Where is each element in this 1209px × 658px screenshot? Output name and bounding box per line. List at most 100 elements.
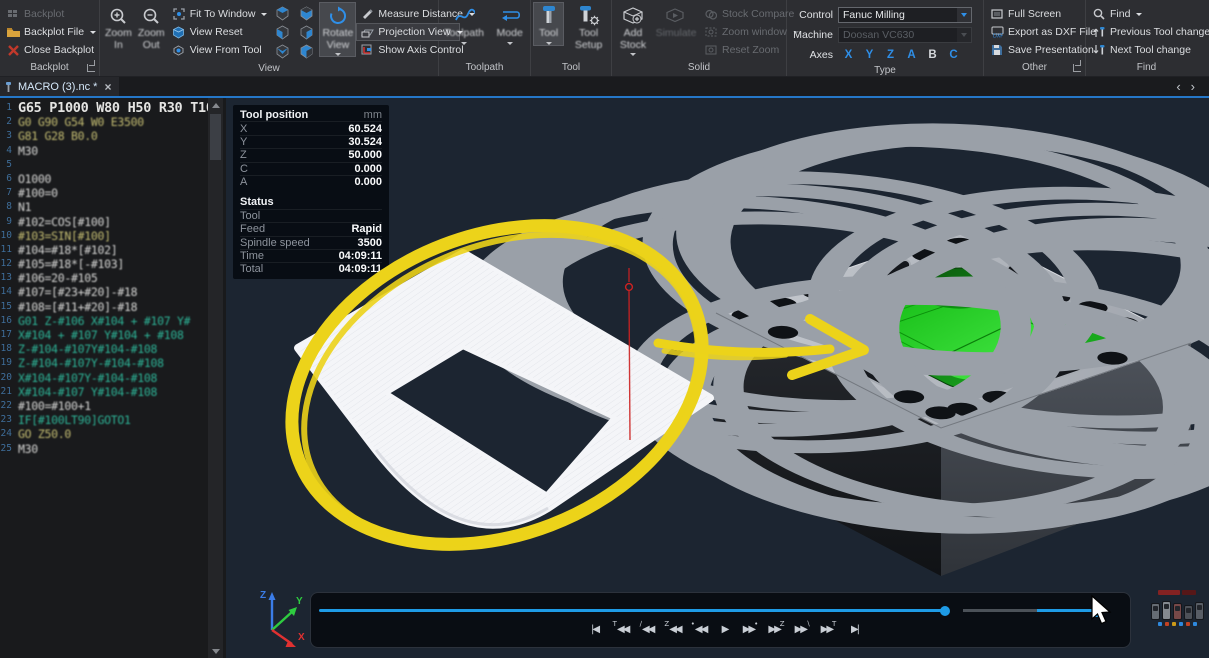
code-line[interactable]: 16 G01 Z-#106 X#104 + #107 Y# bbox=[0, 314, 204, 328]
previous-tool-change-button[interactable]: Previous Tool change bbox=[1088, 23, 1209, 41]
stock-compare-icon bbox=[704, 7, 718, 21]
full-screen-button[interactable]: Full Screen bbox=[986, 5, 1100, 23]
view-right-icon[interactable] bbox=[295, 24, 317, 41]
toolpath-mode-button[interactable]: Mode bbox=[491, 2, 528, 46]
editor-scrollbar[interactable] bbox=[208, 98, 223, 658]
machine-label: Machine bbox=[793, 28, 833, 41]
fit-to-window-button[interactable]: Fit To Window bbox=[168, 5, 272, 23]
gcode-lines: 1 G65 P1000 W80 H50 R30 T10 2 G0 G90 G54… bbox=[0, 101, 214, 456]
view-from-tool-button[interactable]: View From Tool bbox=[168, 41, 272, 59]
dialog-launcher-icon[interactable] bbox=[87, 60, 95, 72]
tool-button[interactable]: Tool bbox=[533, 2, 565, 46]
view-top-icon[interactable] bbox=[295, 5, 317, 22]
tab-scroll-left-icon[interactable]: ‹ bbox=[1176, 79, 1180, 94]
scrollbar-thumb[interactable] bbox=[210, 114, 221, 160]
line-number: 15 bbox=[0, 300, 12, 312]
code-line[interactable]: 22 #100=#100+1 bbox=[0, 399, 204, 413]
dialog-launcher-icon[interactable] bbox=[1073, 60, 1081, 72]
playback-button[interactable]: ∕ ◀◀ bbox=[635, 618, 658, 640]
tab-macro-3-nc[interactable]: MACRO (3).nc * × bbox=[0, 77, 120, 96]
tool-setup-button[interactable]: Tool Setup bbox=[568, 2, 609, 52]
code-line[interactable]: 23 IF[#100LT90]GOTO1 bbox=[0, 413, 204, 427]
playback-button[interactable]: ▶| bbox=[843, 618, 866, 640]
speed-slider-handle[interactable] bbox=[1094, 604, 1099, 617]
export-dxf-button[interactable]: DXF Export as DXF File bbox=[986, 23, 1100, 41]
code-line[interactable]: 19 Z-#104-#107Y-#104-#108 bbox=[0, 356, 204, 370]
backplot-app-window: Backplot Backplot File Close Backplot Ba… bbox=[0, 0, 1209, 658]
toolpath-button[interactable]: Toolpath bbox=[441, 2, 487, 46]
progress-slider[interactable] bbox=[319, 605, 950, 616]
code-line[interactable]: 12 #105=#18*[-#103] bbox=[0, 257, 204, 271]
view-front-icon[interactable] bbox=[271, 43, 293, 60]
zoom-out-button[interactable]: Zoom Out bbox=[135, 2, 168, 52]
playback-button[interactable]: ▶▶ T bbox=[817, 618, 840, 640]
code-line[interactable]: 14 #107=[#23+#20]-#18 bbox=[0, 285, 204, 299]
playback-button[interactable]: • ◀◀ bbox=[687, 618, 710, 640]
view-reset-button[interactable]: View Reset bbox=[168, 23, 272, 41]
add-stock-icon bbox=[622, 6, 644, 26]
code-line[interactable]: 1 G65 P1000 W80 H50 R30 T10 bbox=[0, 101, 214, 115]
line-number: 24 bbox=[0, 428, 12, 440]
add-stock-button[interactable]: Add Stock bbox=[614, 2, 652, 57]
line-number: 23 bbox=[0, 414, 12, 426]
speed-slider-fill[interactable] bbox=[1037, 609, 1097, 612]
code-line[interactable]: 18 Z-#104-#107Y#104-#108 bbox=[0, 342, 204, 356]
axis-toggle[interactable]: B bbox=[922, 49, 943, 61]
code-line[interactable]: 17 X#104 + #107 Y#104 + #108 bbox=[0, 328, 204, 342]
rotate-view-button[interactable]: Rotate View bbox=[319, 2, 357, 57]
playback-button[interactable]: Z ◀◀ bbox=[661, 618, 684, 640]
code-line[interactable]: 21 X#104-#107 Y#104-#108 bbox=[0, 385, 204, 399]
code-line[interactable]: 10 #103=SIN[#100] bbox=[0, 229, 204, 243]
status-rows: Tool Feed Rapid Spindle speed 3500 Time 04:09:… bbox=[240, 208, 382, 276]
code-line[interactable]: 5 bbox=[0, 158, 204, 172]
close-backplot-button[interactable]: Close Backplot bbox=[2, 41, 100, 59]
view-back-icon[interactable] bbox=[295, 43, 317, 60]
zoom-in-button[interactable]: Zoom In bbox=[102, 2, 135, 52]
tab-scroll-right-icon[interactable]: › bbox=[1191, 79, 1195, 94]
playback-button[interactable]: T ◀◀ bbox=[609, 618, 632, 640]
playback-button[interactable]: ▶▶ Z bbox=[765, 618, 788, 640]
playback-button[interactable]: ▶▶ ∖ bbox=[791, 618, 814, 640]
simulation-viewport[interactable]: Tool position mm X 60.524 Y 30.524 Z 50.000 C 0.… bbox=[226, 98, 1209, 658]
code-line[interactable]: 4 M30 bbox=[0, 144, 204, 158]
code-line[interactable]: 25 M30 bbox=[0, 442, 204, 456]
line-number: 9 bbox=[6, 215, 12, 227]
code-line[interactable]: 13 #106=20-#105 bbox=[0, 271, 204, 285]
code-line[interactable]: 15 #108=[#11+#20]-#18 bbox=[0, 300, 204, 314]
find-button[interactable]: Find bbox=[1088, 5, 1209, 23]
fit-to-window-icon bbox=[172, 7, 186, 21]
code-line[interactable]: 6 O1000 bbox=[0, 172, 204, 186]
code-line[interactable]: 24 GO Z50.0 bbox=[0, 427, 204, 441]
axes-label: Axes bbox=[809, 48, 833, 61]
backplot-file-button[interactable]: Backplot File bbox=[2, 23, 100, 41]
code-line[interactable]: 3 G81 G28 B0.0 bbox=[0, 129, 204, 143]
gcode-editor[interactable]: 1 G65 P1000 W80 H50 R30 T10 2 G0 G90 G54… bbox=[0, 98, 226, 658]
backplot-button: Backplot bbox=[2, 5, 100, 23]
axis-toggle[interactable]: A bbox=[901, 49, 922, 61]
code-line[interactable]: 20 X#104-#107Y-#104-#108 bbox=[0, 371, 204, 385]
view-left-icon[interactable] bbox=[271, 24, 293, 41]
next-tool-change-button[interactable]: Next Tool change bbox=[1088, 41, 1209, 59]
scroll-down-icon[interactable] bbox=[208, 644, 223, 658]
code-line[interactable]: 8 N1 bbox=[0, 200, 204, 214]
control-select[interactable]: Fanuc Milling bbox=[838, 6, 972, 23]
playback-button[interactable]: ▶▶ • bbox=[739, 618, 762, 640]
save-presentation-button[interactable]: Save Presentation bbox=[986, 41, 1100, 59]
progress-slider-handle[interactable] bbox=[940, 605, 950, 616]
axis-toggle[interactable]: C bbox=[943, 49, 964, 61]
line-number: 8 bbox=[6, 201, 12, 213]
scroll-up-icon[interactable] bbox=[208, 98, 223, 112]
code-line[interactable]: 7 #100=0 bbox=[0, 186, 204, 200]
code-line[interactable]: 11 #104=#18*[#102] bbox=[0, 243, 204, 257]
axis-toggle[interactable]: Z bbox=[880, 49, 901, 61]
code-line[interactable]: 9 #102=COS[#100] bbox=[0, 215, 204, 229]
code-line[interactable]: 2 G0 G90 G54 W0 E3500 bbox=[0, 115, 204, 129]
group-label-view: View bbox=[258, 63, 280, 74]
axis-toggle[interactable]: X bbox=[838, 49, 859, 61]
playback-button[interactable]: |◀ bbox=[583, 618, 606, 640]
tab-close-icon[interactable]: × bbox=[102, 80, 113, 94]
axis-toggle[interactable]: Y bbox=[859, 49, 880, 61]
speed-slider-track[interactable] bbox=[963, 609, 1037, 612]
view-iso-icon[interactable] bbox=[271, 5, 293, 22]
playback-button[interactable]: ▶ bbox=[713, 618, 736, 640]
